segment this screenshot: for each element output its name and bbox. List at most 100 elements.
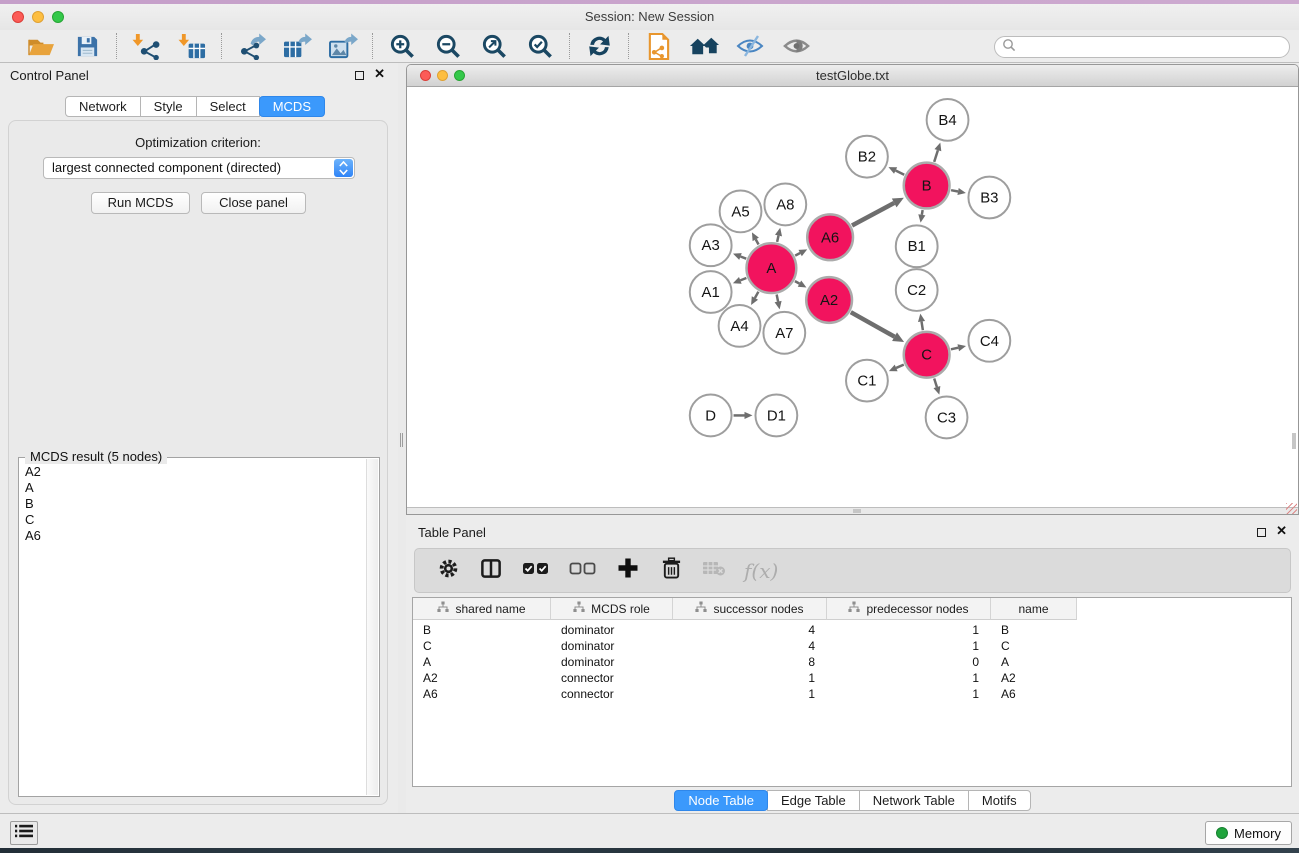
cell-shared-name[interactable]: A6 — [413, 686, 551, 702]
column-header-MCDS-role[interactable]: MCDS role — [551, 598, 673, 620]
graph-node-A5[interactable]: A5 — [720, 191, 762, 233]
import-table-button[interactable] — [177, 32, 207, 60]
result-item[interactable]: A6 — [20, 528, 366, 544]
graph-edge-D-D1[interactable] — [734, 412, 753, 419]
cell-name[interactable]: A6 — [991, 686, 1077, 702]
network-window-titlebar[interactable]: testGlobe.txt — [407, 65, 1298, 87]
cell-MCDS-role[interactable]: dominator — [551, 638, 673, 654]
float-panel-icon[interactable] — [1257, 528, 1266, 537]
zoom-out-button[interactable] — [433, 32, 463, 60]
graph-node-A7[interactable]: A7 — [763, 312, 805, 354]
graph-edge-A-A8[interactable] — [775, 228, 782, 242]
result-item[interactable]: A2 — [20, 464, 366, 480]
graph-node-A6[interactable]: A6 — [807, 214, 853, 260]
network-canvas[interactable]: B4B2BB3A8A5A6A3B1AC2A1A2A4A7C4CC1DD1C3 — [407, 87, 1298, 508]
search-input[interactable] — [1016, 38, 1289, 56]
create-column-button[interactable] — [615, 558, 641, 584]
graph-edge-C-C3[interactable] — [934, 378, 941, 394]
result-item[interactable]: B — [20, 496, 366, 512]
deselect-all-button[interactable] — [568, 558, 598, 584]
cell-shared-name[interactable]: A2 — [413, 670, 551, 686]
close-panel-button[interactable]: Close panel — [201, 192, 306, 214]
export-image-button[interactable] — [328, 32, 358, 60]
graph-node-B4[interactable]: B4 — [927, 99, 969, 141]
export-network-button[interactable] — [236, 32, 266, 60]
apply-layout-button[interactable] — [584, 32, 614, 60]
graph-edge-A2-C[interactable] — [851, 312, 904, 342]
cell-MCDS-role[interactable]: connector — [551, 686, 673, 702]
save-session-button[interactable] — [72, 32, 102, 60]
import-network-button[interactable] — [131, 32, 161, 60]
criterion-dropdown[interactable]: largest connected component (directed) — [43, 157, 355, 179]
result-item[interactable]: A — [20, 480, 366, 496]
canvas-hscroll-mark[interactable] — [853, 509, 861, 513]
graph-node-C3[interactable]: C3 — [926, 397, 968, 439]
tab-style[interactable]: Style — [140, 96, 197, 117]
hide-selected-button[interactable] — [735, 32, 765, 60]
cell-predecessor-nodes[interactable]: 1 — [827, 638, 991, 654]
graph-edge-B-B1[interactable] — [918, 210, 925, 223]
graph-edge-B-B4[interactable] — [934, 143, 941, 162]
zoom-fit-button[interactable] — [479, 32, 509, 60]
result-scrollbar[interactable] — [366, 459, 378, 795]
graph-node-C2[interactable]: C2 — [896, 269, 938, 311]
graph-node-C1[interactable]: C1 — [846, 360, 888, 402]
graph-edge-C-C2[interactable] — [918, 314, 925, 330]
graph-node-D[interactable]: D — [690, 395, 732, 437]
show-columns-button[interactable] — [478, 558, 504, 584]
graph-node-B2[interactable]: B2 — [846, 136, 888, 178]
delete-columns-button[interactable] — [658, 558, 684, 584]
tab-mcds[interactable]: MCDS — [259, 96, 325, 117]
cell-successor-nodes[interactable]: 1 — [673, 670, 827, 686]
cell-MCDS-role[interactable]: dominator — [551, 622, 673, 638]
graph-node-C[interactable]: C — [904, 332, 950, 378]
cell-shared-name[interactable]: A — [413, 654, 551, 670]
cell-successor-nodes[interactable]: 1 — [673, 686, 827, 702]
tab-motifs[interactable]: Motifs — [968, 790, 1031, 811]
cell-successor-nodes[interactable]: 8 — [673, 654, 827, 670]
graph-edge-A-A6[interactable] — [795, 249, 807, 256]
cell-successor-nodes[interactable]: 4 — [673, 622, 827, 638]
graph-edge-B-B3[interactable] — [951, 188, 966, 195]
delete-table-button[interactable] — [701, 558, 727, 584]
graph-node-C4[interactable]: C4 — [968, 320, 1010, 362]
zoom-in-button[interactable] — [387, 32, 417, 60]
table-row[interactable]: A6connector11A6 — [413, 686, 1291, 702]
cell-MCDS-role[interactable]: dominator — [551, 654, 673, 670]
table-row[interactable]: Cdominator41C — [413, 638, 1291, 654]
tab-select[interactable]: Select — [196, 96, 260, 117]
cell-predecessor-nodes[interactable]: 1 — [827, 622, 991, 638]
close-panel-icon[interactable]: ✕ — [1276, 523, 1287, 539]
graph-node-A4[interactable]: A4 — [719, 305, 761, 347]
graph-edge-A-A1[interactable] — [733, 277, 746, 284]
cell-shared-name[interactable]: B — [413, 622, 551, 638]
cell-successor-nodes[interactable]: 4 — [673, 638, 827, 654]
function-builder-button[interactable]: f(x) — [744, 559, 778, 583]
close-panel-icon[interactable]: ✕ — [374, 66, 385, 82]
graph-node-A[interactable]: A — [747, 243, 797, 293]
graph-node-B[interactable]: B — [904, 163, 950, 209]
memory-button[interactable]: Memory — [1205, 821, 1292, 845]
column-header-name[interactable]: name — [991, 598, 1077, 620]
graph-node-D1[interactable]: D1 — [755, 395, 797, 437]
graph-edge-A-A2[interactable] — [795, 281, 807, 288]
graph-node-B3[interactable]: B3 — [968, 177, 1010, 219]
float-panel-icon[interactable] — [355, 71, 364, 80]
tab-edge-table[interactable]: Edge Table — [767, 790, 860, 811]
cell-predecessor-nodes[interactable]: 1 — [827, 670, 991, 686]
open-session-button[interactable] — [26, 32, 56, 60]
cell-name[interactable]: A2 — [991, 670, 1077, 686]
select-all-button[interactable] — [521, 558, 551, 584]
graph-node-A8[interactable]: A8 — [764, 184, 806, 226]
table-row[interactable]: Bdominator41B — [413, 622, 1291, 638]
cell-name[interactable]: A — [991, 654, 1077, 670]
cell-predecessor-nodes[interactable]: 0 — [827, 654, 991, 670]
show-all-networks-button[interactable] — [689, 32, 719, 60]
cell-shared-name[interactable]: C — [413, 638, 551, 654]
zoom-selected-button[interactable] — [525, 32, 555, 60]
result-item[interactable]: C — [20, 512, 366, 528]
tab-network[interactable]: Network — [65, 96, 141, 117]
graph-node-B1[interactable]: B1 — [896, 225, 938, 267]
tab-node-table[interactable]: Node Table — [674, 790, 768, 811]
graph-edge-C-C4[interactable] — [951, 344, 966, 351]
